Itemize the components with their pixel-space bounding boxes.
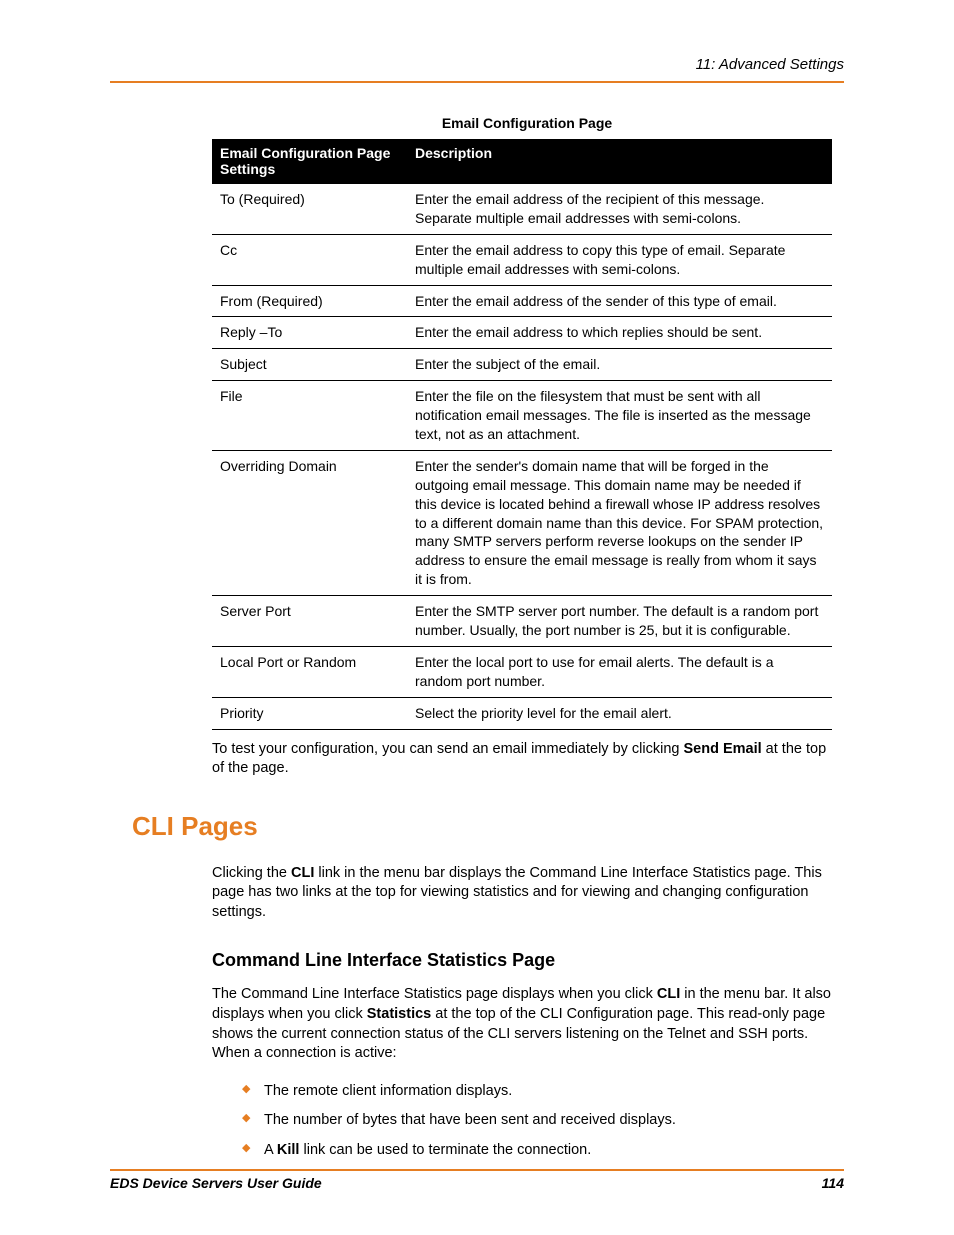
list-item: The remote client information displays. [242, 1082, 832, 1102]
list-item: The number of bytes that have been sent … [242, 1111, 832, 1131]
cell-desc: Enter the email address of the sender of… [407, 285, 832, 317]
page-footer: EDS Device Servers User Guide 114 [110, 1169, 844, 1191]
cli-stats-paragraph: The Command Line Interface Statistics pa… [212, 985, 832, 1063]
table-row: Server PortEnter the SMTP server port nu… [212, 596, 832, 647]
email-config-table: Email Configuration Page Settings Descri… [212, 139, 832, 730]
cell-desc: Enter the sender's domain name that will… [407, 450, 832, 595]
footer-rule [110, 1169, 844, 1171]
text: The Command Line Interface Statistics pa… [212, 986, 657, 1002]
text: link can be used to terminate the connec… [299, 1142, 591, 1158]
cell-setting: To (Required) [212, 184, 407, 235]
cell-setting: Subject [212, 349, 407, 381]
table-row: FileEnter the file on the filesystem tha… [212, 381, 832, 451]
table-row: PrioritySelect the priority level for th… [212, 697, 832, 729]
header-rule [110, 81, 844, 83]
table-row: To (Required)Enter the email address of … [212, 184, 832, 235]
text: A [264, 1142, 277, 1158]
table-row: Reply –ToEnter the email address to whic… [212, 317, 832, 349]
cell-setting: Local Port or Random [212, 646, 407, 697]
page-number: 114 [822, 1175, 844, 1191]
cell-desc: Enter the email address of the recipient… [407, 184, 832, 235]
cell-setting: Reply –To [212, 317, 407, 349]
cell-setting: Cc [212, 234, 407, 285]
cell-desc: Enter the file on the filesystem that mu… [407, 381, 832, 451]
list-item: A Kill link can be used to terminate the… [242, 1141, 832, 1161]
cell-setting: Overriding Domain [212, 450, 407, 595]
table-row: SubjectEnter the subject of the email. [212, 349, 832, 381]
bullet-list: The remote client information displays. … [242, 1082, 832, 1161]
table-caption: Email Configuration Page [210, 115, 844, 131]
footer-title: EDS Device Servers User Guide [110, 1175, 322, 1191]
bold-text: CLI [291, 865, 314, 881]
chapter-header: 11: Advanced Settings [110, 56, 844, 73]
bold-text: Kill [277, 1142, 300, 1158]
table-header-settings: Email Configuration Page Settings [212, 139, 407, 184]
cell-setting: Priority [212, 697, 407, 729]
text: To test your configuration, you can send… [212, 741, 683, 757]
table-row: Local Port or RandomEnter the local port… [212, 646, 832, 697]
cli-intro-paragraph: Clicking the CLI link in the menu bar di… [212, 864, 832, 923]
bold-text: CLI [657, 986, 680, 1002]
cell-setting: From (Required) [212, 285, 407, 317]
cell-desc: Enter the subject of the email. [407, 349, 832, 381]
cell-setting: File [212, 381, 407, 451]
table-row: From (Required)Enter the email address o… [212, 285, 832, 317]
cell-desc: Enter the SMTP server port number. The d… [407, 596, 832, 647]
bold-text: Statistics [367, 1006, 431, 1022]
cell-desc: Enter the email address to which replies… [407, 317, 832, 349]
text: Clicking the [212, 865, 291, 881]
bold-text: Send Email [683, 741, 761, 757]
cell-desc: Select the priority level for the email … [407, 697, 832, 729]
cell-setting: Server Port [212, 596, 407, 647]
cell-desc: Enter the email address to copy this typ… [407, 234, 832, 285]
cell-desc: Enter the local port to use for email al… [407, 646, 832, 697]
section-heading-cli-pages: CLI Pages [132, 811, 844, 842]
table-header-description: Description [407, 139, 832, 184]
after-table-note: To test your configuration, you can send… [212, 740, 832, 779]
table-row: Overriding DomainEnter the sender's doma… [212, 450, 832, 595]
subsection-heading-cli-stats: Command Line Interface Statistics Page [212, 950, 844, 971]
table-row: CcEnter the email address to copy this t… [212, 234, 832, 285]
